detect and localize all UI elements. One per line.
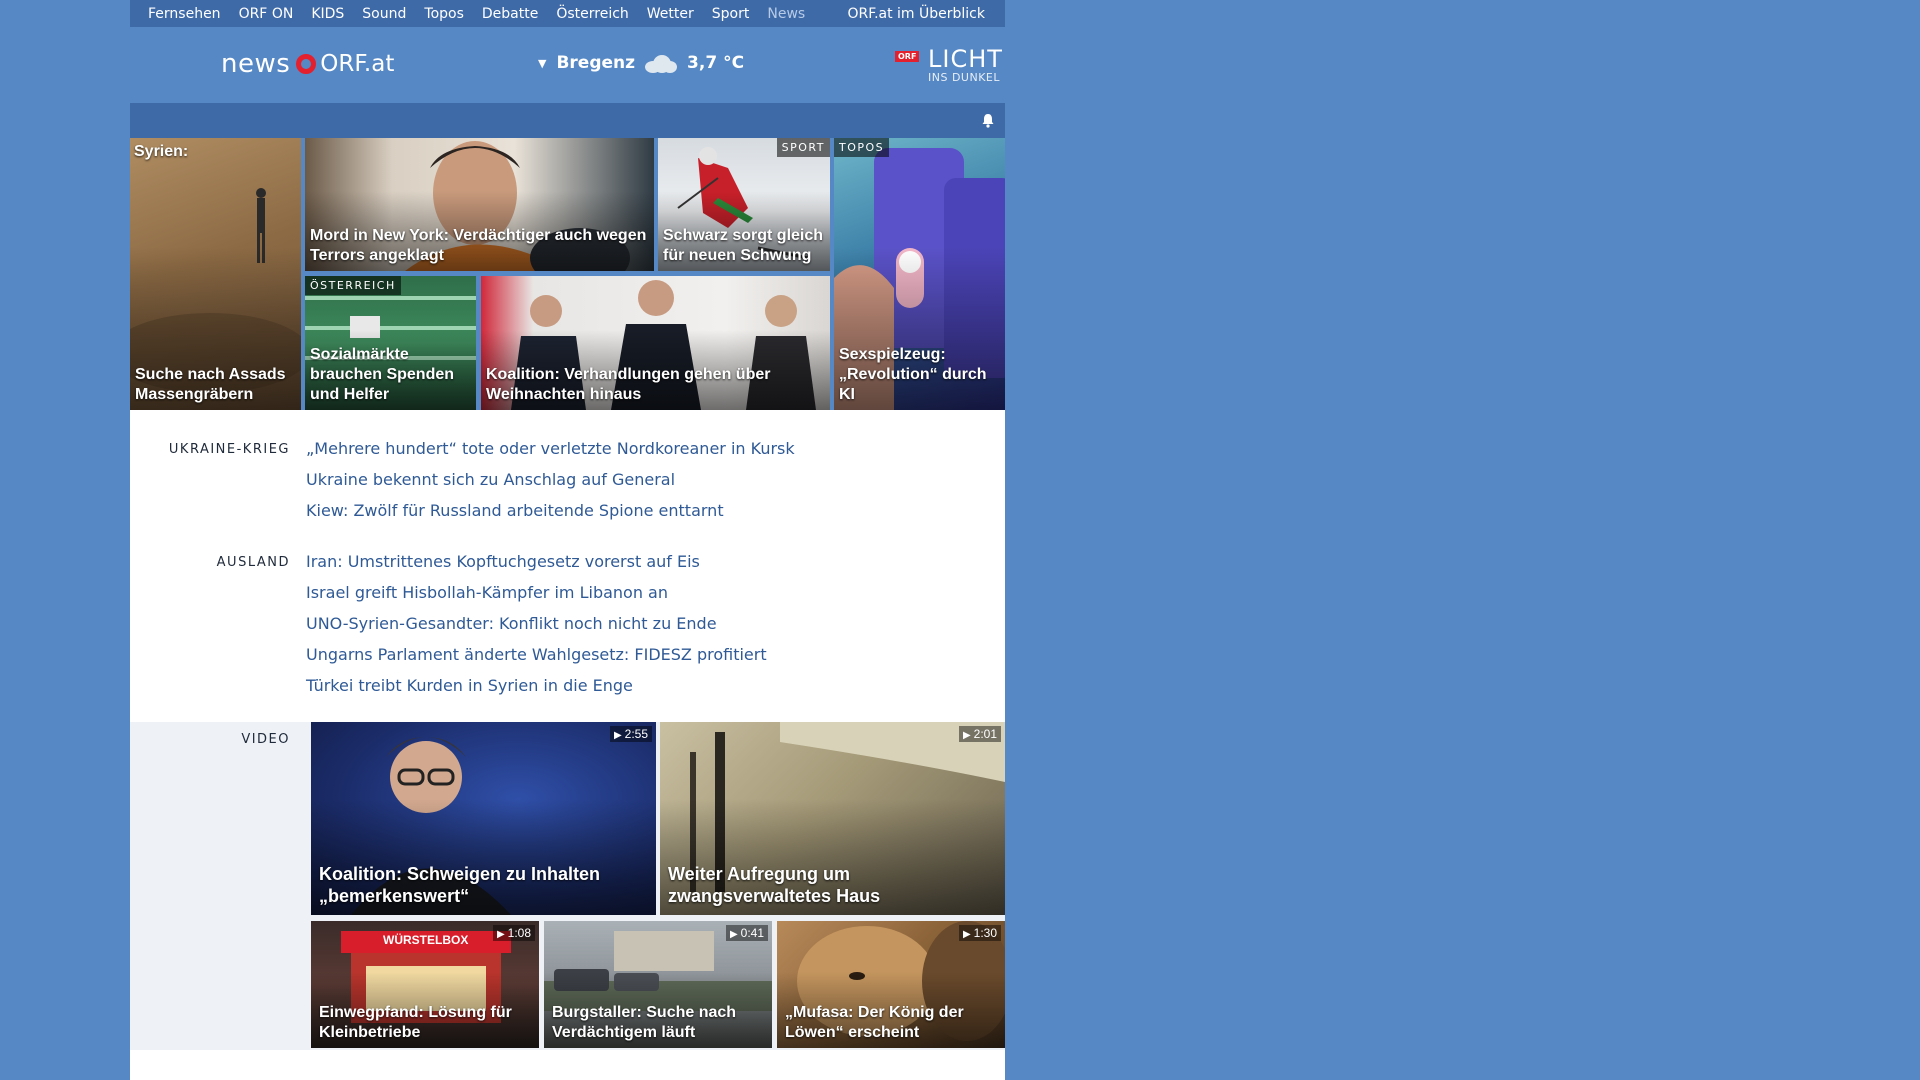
licht-title: LICHT [928,45,1003,73]
bell-icon[interactable] [981,113,995,128]
story-link[interactable]: „Mehrere hundert“ tote oder verletzte No… [306,439,795,458]
teaser-oesterreich-tag: ÖSTERREICH [305,276,401,295]
video-duration: ▶ 2:55 [609,726,652,742]
nav-item-fernsehen[interactable]: Fernsehen [148,6,221,22]
nav-item-wetter[interactable]: Wetter [647,6,694,22]
story-link[interactable]: Ukraine bekennt sich zu Anschlag auf Gen… [306,470,675,489]
teaser-koalition-caption: Koalition: Verhandlungen gehen über Weih… [486,366,771,403]
nav-item-kids[interactable]: KIDS [311,6,344,22]
logo-orf-text: ORF.at [320,51,395,77]
licht-ins-dunkel-logo[interactable]: ORF LICHT INS DUNKEL [895,45,1005,85]
play-icon: ▶ [962,929,971,940]
orf-badge: ORF [895,51,920,62]
teaser-sport-tag: SPORT [776,138,830,157]
teaser-sport-caption: Schwarz sorgt gleich für neuen Schwung [663,227,824,264]
play-icon: ▶ [962,730,971,741]
video-caption: „Mufasa: Der König der Löwen“ erscheint [785,1004,964,1041]
nav-item-orf-on[interactable]: ORF ON [239,6,294,22]
section-label-video: VIDEO [241,732,290,747]
teaser-syrien-label: Syrien: [134,143,189,160]
weather-temperature: 3,7 °C [687,53,745,73]
video-section: VIDEO ▶ 2:55 Koalition: Schweigen zu Inha… [130,722,1005,1050]
story-link[interactable]: Ungarns Parlament änderte Wahlgesetz: FI… [306,645,767,664]
play-icon: ▶ [496,929,505,940]
news-orf-logo[interactable]: news ORF.at [221,49,394,79]
teaser-new-york[interactable]: Mord in New York: Verdächtiger auch wege… [305,138,654,271]
wuerstelbox-sign: WÜRSTELBOX [383,933,469,947]
teaser-sport[interactable]: SPORT Schwarz sorgt gleich für neuen Sch… [658,138,830,271]
nav-item-sound[interactable]: Sound [362,6,406,22]
section-label-ausland: AUSLAND [216,555,290,570]
story-link[interactable]: Israel greift Hisbollah-Kämpfer im Liban… [306,583,668,602]
play-icon: ▶ [729,929,738,940]
teaser-oesterreich[interactable]: ÖSTERREICH Sozialmärkte brauchen Spenden… [305,276,476,410]
section-label-ukraine-krieg: UKRAINE-KRIEG [168,442,290,457]
teaser-topos[interactable]: TOPOS Sexspielzeug: „Revolution“ durch K… [834,138,1005,410]
play-icon: ▶ [613,730,622,741]
video-caption: Weiter Aufregung um zwangsverwaltetes Ha… [668,864,881,906]
cloud-icon [643,53,679,73]
story-link[interactable]: Türkei treibt Kurden in Syrien in die En… [306,676,633,695]
news-sections: UKRAINE-KRIEG „Mehrere hundert“ tote ode… [130,410,1005,722]
teaser-new-york-caption: Mord in New York: Verdächtiger auch wege… [310,227,647,264]
content-continuation [130,1050,1005,1080]
video-teaser[interactable]: ▶ 2:01 Weiter Aufregung um zwangsverwalte… [660,722,1005,915]
video-duration: ▶ 0:41 [725,925,768,941]
video-duration: ▶ 1:30 [958,925,1001,941]
licht-subtitle: INS DUNKEL [928,71,1000,84]
weather-widget[interactable]: ▼ Bregenz 3,7 °C [538,53,744,73]
video-duration: ▶ 1:08 [492,925,535,941]
orf-ring-icon [296,54,317,74]
teaser-koalition[interactable]: Koalition: Verhandlungen gehen über Weih… [481,276,830,410]
teaser-oesterreich-caption: Sozialmärkte brauchen Spenden und Helfer [310,346,455,403]
video-teaser[interactable]: ▶ 1:30 „Mufasa: Der König der Löwen“ ersc… [777,921,1005,1048]
teaser-topos-caption: Sexspielzeug: „Revolution“ durch KI [839,346,987,403]
teaser-topos-tag: TOPOS [834,138,890,157]
video-teaser[interactable]: ▶ 0:41 Burgstaller: Suche nach Verdächtig… [544,921,772,1048]
header: news ORF.at ▼ Bregenz 3,7 °C ORF LICHT I… [130,27,1005,103]
dropdown-triangle-icon: ▼ [538,56,547,70]
video-duration: ▶ 2:01 [958,726,1001,742]
nav-item-news[interactable]: News [767,6,805,22]
video-teaser[interactable]: WÜRSTELBOX ▶ 1:08 Einwegpfand: Lösung für… [311,921,539,1048]
nav-item-sport[interactable]: Sport [712,6,750,22]
page: Fernsehen ORF ON KIDS Sound Topos Debatt… [130,0,1005,1080]
video-caption: Einwegpfand: Lösung für Kleinbetriebe [319,1004,512,1041]
teaser-syrien[interactable]: Syrien: Suche nach Assads Massengräbern [130,138,301,410]
video-teaser[interactable]: ▶ 2:55 Koalition: Schweigen zu Inhalten „… [311,722,656,915]
nav-item-oesterreich[interactable]: Österreich [556,6,628,22]
teaser-syrien-caption: Suche nach Assads Massengräbern [135,366,286,403]
nav-item-debatte[interactable]: Debatte [482,6,538,22]
video-caption: Koalition: Schweigen zu Inhalten „bemerk… [319,864,601,906]
story-link[interactable]: Iran: Umstrittenes Kopftuchgesetz vorers… [306,552,700,571]
video-caption: Burgstaller: Suche nach Verdächtigem läu… [552,1004,737,1041]
logo-news-text: news [221,49,291,79]
nav-item-topos[interactable]: Topos [424,6,463,22]
story-link[interactable]: Kiew: Zwölf für Russland arbeitende Spio… [306,501,724,520]
notification-bar [130,103,1005,138]
nav-item-overview[interactable]: ORF.at im Überblick [848,6,985,22]
top-navigation: Fernsehen ORF ON KIDS Sound Topos Debatt… [130,0,1005,27]
weather-city: Bregenz [556,53,636,73]
story-link[interactable]: UNO-Syrien-Gesandter: Konflikt noch nich… [306,614,717,633]
